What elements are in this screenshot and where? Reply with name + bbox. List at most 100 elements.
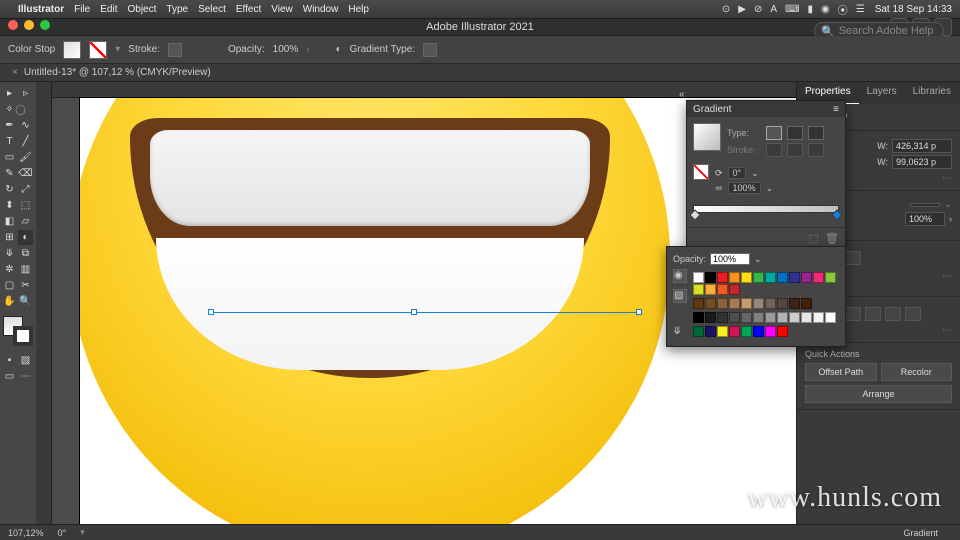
menu-window[interactable]: Window: [303, 4, 339, 15]
opacity-value[interactable]: 100%: [273, 44, 299, 55]
control-center-icon[interactable]: ☰: [856, 4, 865, 15]
scale-tool[interactable]: ⤢: [18, 182, 33, 197]
color-swatch[interactable]: [705, 272, 716, 283]
tab-libraries[interactable]: Libraries: [905, 82, 959, 104]
align-bottom[interactable]: [905, 307, 921, 321]
artboard-tool[interactable]: ▢: [2, 278, 17, 293]
color-swatch[interactable]: [753, 272, 764, 283]
line-tool[interactable]: ╱: [18, 134, 33, 149]
perspective-tool[interactable]: ▱: [18, 214, 33, 229]
gradient-preview[interactable]: [693, 123, 721, 151]
color-swatch[interactable]: [825, 272, 836, 283]
color-swatch[interactable]: [777, 326, 788, 337]
align-right[interactable]: [845, 307, 861, 321]
color-swatch[interactable]: [693, 298, 704, 309]
align-top[interactable]: [865, 307, 881, 321]
emoji-face[interactable]: [80, 98, 670, 524]
color-swatch[interactable]: [717, 284, 728, 295]
tab-layers[interactable]: Layers: [859, 82, 905, 104]
color-swatch[interactable]: [741, 298, 752, 309]
color-swatch[interactable]: [705, 284, 716, 295]
color-swatch[interactable]: [729, 284, 740, 295]
brush-tool[interactable]: 🖌: [18, 150, 33, 165]
trash-icon[interactable]: 🗑: [825, 232, 839, 245]
menu-view[interactable]: View: [271, 4, 293, 15]
ruler-vertical[interactable]: [36, 82, 52, 524]
traffic-lights[interactable]: [8, 20, 50, 30]
menu-object[interactable]: Object: [127, 4, 156, 15]
dropdown[interactable]: [910, 203, 940, 207]
shape-builder-tool[interactable]: ◧: [2, 214, 17, 229]
swatch-none-icon[interactable]: ▨: [673, 289, 687, 303]
eyedropper-tool[interactable]: ⤋: [2, 246, 17, 261]
color-mode[interactable]: ▪: [2, 353, 17, 368]
appearance-btn[interactable]: [845, 251, 861, 265]
color-swatch[interactable]: [729, 326, 740, 337]
color-swatch[interactable]: [753, 326, 764, 337]
color-swatch[interactable]: [753, 298, 764, 309]
document-tab[interactable]: × Untitled-13* @ 107,12 % (CMYK/Preview): [0, 64, 960, 82]
graph-tool[interactable]: ▥: [18, 262, 33, 277]
screen-mode[interactable]: ▭: [2, 369, 17, 384]
color-swatch[interactable]: [777, 298, 788, 309]
color-swatch[interactable]: [765, 312, 776, 323]
opacity-input[interactable]: [710, 253, 750, 265]
zoom-value[interactable]: 107,12%: [8, 528, 44, 538]
color-swatch[interactable]: [705, 298, 716, 309]
gradient-type-dropdown[interactable]: [423, 43, 437, 57]
color-swatch[interactable]: [801, 272, 812, 283]
app-name[interactable]: Illustrator: [18, 4, 64, 15]
linear-gradient-btn[interactable]: [766, 126, 782, 140]
magic-wand-tool[interactable]: ✧: [2, 102, 17, 117]
offset-path-button[interactable]: Offset Path: [805, 363, 877, 381]
mesh-tool[interactable]: ⊞: [2, 230, 17, 245]
color-swatch[interactable]: [801, 298, 812, 309]
stroke-swatch[interactable]: [89, 41, 107, 59]
panel-menu-icon[interactable]: ≡: [833, 104, 839, 115]
color-swatch[interactable]: [801, 312, 812, 323]
color-swatch[interactable]: [705, 326, 716, 337]
status-icon[interactable]: ▶: [738, 4, 746, 15]
color-swatch[interactable]: [717, 298, 728, 309]
color-swatch[interactable]: [729, 298, 740, 309]
gradient-tool[interactable]: ◐: [18, 230, 33, 245]
curvature-tool[interactable]: ∿: [18, 118, 33, 133]
color-swatch[interactable]: [705, 312, 716, 323]
gradient-annotator[interactable]: [210, 312, 640, 313]
menu-help[interactable]: Help: [348, 4, 369, 15]
color-swatch[interactable]: [729, 272, 740, 283]
selection-tool[interactable]: ▸: [2, 86, 17, 101]
color-swatch[interactable]: [777, 312, 788, 323]
freeform-gradient-btn[interactable]: [808, 126, 824, 140]
opacity-field[interactable]: 100%: [905, 212, 945, 226]
menu-edit[interactable]: Edit: [100, 4, 117, 15]
gradient-handle[interactable]: [411, 309, 417, 315]
free-transform-tool[interactable]: ⬚: [18, 198, 33, 213]
gradient-icon[interactable]: ◐: [336, 44, 342, 55]
battery-icon[interactable]: ▮: [807, 4, 813, 15]
menu-effect[interactable]: Effect: [236, 4, 261, 15]
color-swatch[interactable]: [741, 272, 752, 283]
reverse-gradient-icon[interactable]: [693, 164, 709, 180]
color-swatch[interactable]: [693, 272, 704, 283]
color-swatch[interactable]: [741, 326, 752, 337]
color-swatch[interactable]: [729, 312, 740, 323]
status-icon[interactable]: ⌨: [785, 4, 799, 15]
color-swatch[interactable]: [813, 272, 824, 283]
swatch-view-icon[interactable]: ◉: [673, 269, 687, 283]
color-swatch[interactable]: [717, 326, 728, 337]
status-icon[interactable]: ⊘: [754, 4, 762, 15]
color-swatch[interactable]: [765, 326, 776, 337]
color-swatch[interactable]: [789, 312, 800, 323]
color-swatch[interactable]: [813, 312, 824, 323]
width-tool[interactable]: ⬍: [2, 198, 17, 213]
fill-swatch[interactable]: [63, 41, 81, 59]
link-icon[interactable]: ⬚: [809, 232, 819, 245]
color-swatch[interactable]: [765, 272, 776, 283]
direct-select-tool[interactable]: ▹: [18, 86, 33, 101]
zoom-tool[interactable]: 🔍: [18, 294, 33, 309]
menubar-clock[interactable]: Sat 18 Sep 14:33: [875, 4, 952, 15]
color-swatches-popup[interactable]: Opacity: ⌄ ◉ ▨ ⤋: [666, 246, 846, 347]
edit-toolbar[interactable]: ⋯: [18, 369, 33, 384]
color-swatch[interactable]: [765, 298, 776, 309]
